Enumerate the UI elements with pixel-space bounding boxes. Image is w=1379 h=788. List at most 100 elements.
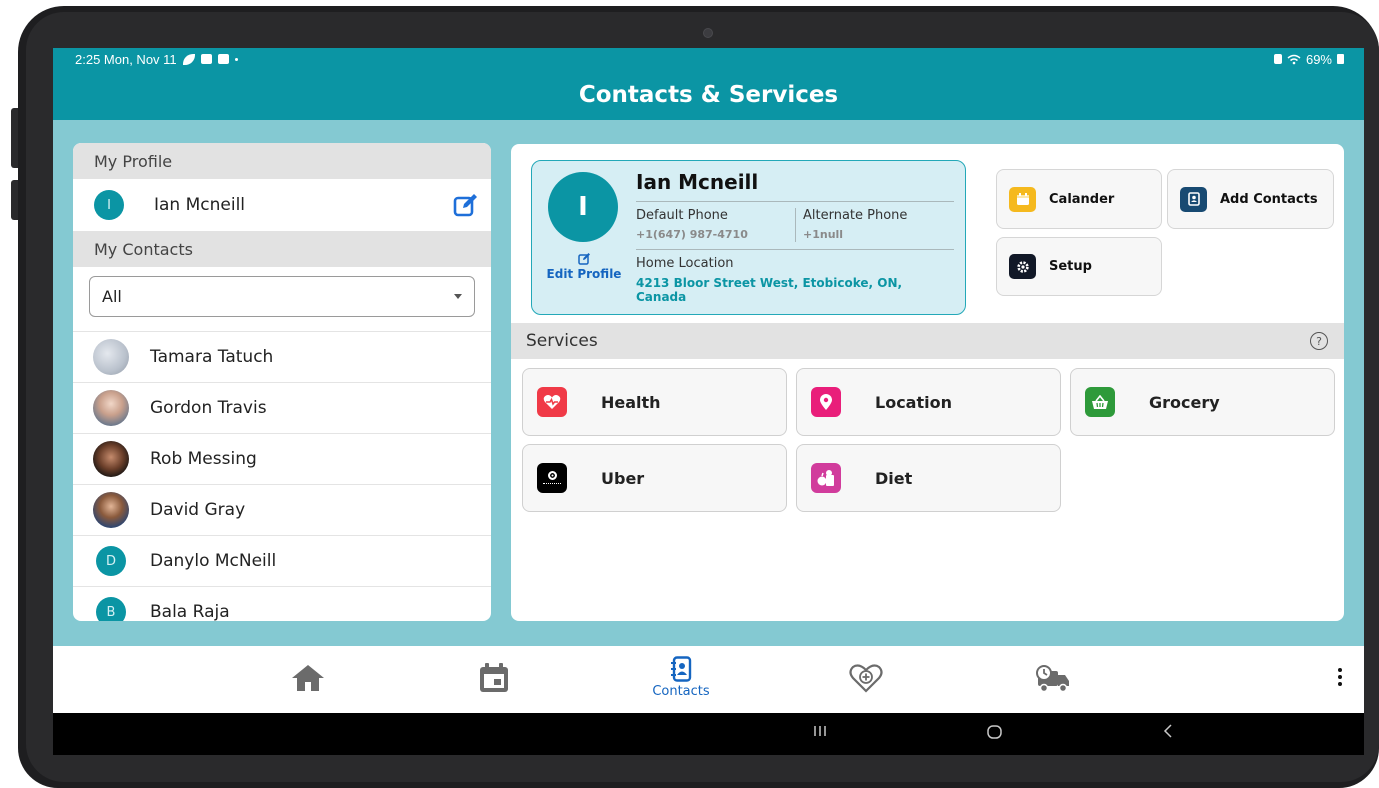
nav-contacts-label: Contacts (652, 684, 710, 699)
image-notification-icon (200, 54, 212, 64)
contact-item[interactable]: Gordon Travis (73, 383, 491, 434)
calendar-label: Calander (1049, 191, 1115, 207)
service-location-button[interactable]: Location (796, 368, 1061, 436)
calendar-icon (1009, 186, 1036, 212)
setup-button[interactable]: Setup (996, 237, 1162, 296)
default-phone-label: Default Phone (636, 208, 728, 223)
nav-calendar[interactable] (464, 663, 524, 693)
leaf-notification-icon (182, 53, 195, 65)
contact-name: Rob Messing (150, 449, 257, 469)
service-label: Uber (601, 468, 645, 488)
my-profile-row[interactable]: I Ian Mcneill (73, 179, 491, 231)
nav-delivery[interactable] (1023, 663, 1083, 693)
calendar-icon (480, 663, 508, 692)
home-location-label: Home Location (636, 256, 734, 271)
contacts-panel: My Profile I Ian Mcneill My Contacts All… (73, 143, 491, 621)
contact-list: Tamara Tatuch Gordon Travis Rob Messing … (73, 331, 491, 621)
contact-name: Danylo McNeill (150, 551, 277, 571)
profile-card: I Edit Profile Ian Mcneill Default Phone… (531, 160, 966, 315)
profile-card-avatar: I (548, 172, 618, 242)
contact-item[interactable]: D Danylo McNeill (73, 536, 491, 587)
nav-health[interactable] (836, 663, 896, 693)
power-button (11, 180, 18, 220)
divider (795, 208, 796, 242)
edit-profile-icon[interactable] (453, 192, 479, 218)
home-button[interactable] (986, 723, 1004, 745)
contacts-icon (671, 656, 692, 682)
calendar-button[interactable]: Calander (996, 169, 1162, 229)
setup-label: Setup (1049, 259, 1092, 274)
back-icon (1163, 724, 1172, 738)
service-diet-button[interactable]: Diet (796, 444, 1061, 512)
back-button[interactable] (1161, 723, 1177, 743)
services-panel: I Edit Profile Ian Mcneill Default Phone… (511, 144, 1344, 621)
profile-name: Ian Mcneill (154, 195, 246, 215)
message-notification-icon (217, 54, 229, 64)
battery-percent: 69% (1305, 51, 1332, 67)
bottom-nav: Contacts (53, 646, 1364, 713)
service-grocery-button[interactable]: Grocery (1070, 368, 1335, 436)
alternate-phone-label: Alternate Phone (803, 208, 908, 223)
service-label: Location (875, 392, 952, 412)
recent-apps-icon (814, 726, 826, 736)
more-notifications-icon (234, 57, 238, 61)
edit-profile-button[interactable]: Edit Profile (542, 252, 626, 281)
divider (636, 249, 954, 250)
alternate-phone-value: +1null (803, 228, 844, 241)
recent-apps-button[interactable] (812, 723, 828, 743)
screen: 2:25 Mon, Nov 11 69% Contacts & Services… (53, 48, 1364, 755)
system-nav-bar (53, 713, 1364, 755)
contact-name: Bala Raja (150, 602, 230, 621)
basket-icon (1085, 387, 1115, 417)
app-bar: Contacts & Services (53, 70, 1364, 120)
home-circle-icon (987, 725, 1002, 739)
delivery-truck-icon (1036, 665, 1069, 693)
contacts-filter-select[interactable]: All (89, 276, 475, 317)
help-icon[interactable]: ? (1310, 332, 1328, 350)
my-profile-heading: My Profile (73, 143, 491, 179)
contact-item[interactable]: Tamara Tatuch (73, 332, 491, 383)
uber-logo-icon (537, 463, 567, 493)
edit-profile-label: Edit Profile (546, 267, 622, 281)
contact-photo (93, 339, 129, 375)
diet-icon (811, 463, 841, 493)
status-bar: 2:25 Mon, Nov 11 69% (53, 48, 1364, 70)
add-contacts-button[interactable]: Add Contacts (1167, 169, 1334, 229)
contact-name: David Gray (150, 500, 246, 520)
service-uber-button[interactable]: Uber (522, 444, 787, 512)
service-health-button[interactable]: Health (522, 368, 787, 436)
nav-contacts[interactable]: Contacts (651, 656, 711, 699)
profile-card-name: Ian Mcneill (636, 170, 759, 194)
contact-item[interactable]: David Gray (73, 485, 491, 536)
contact-name: Tamara Tatuch (150, 347, 274, 367)
contact-item[interactable]: Rob Messing (73, 434, 491, 485)
contact-name: Gordon Travis (150, 398, 267, 418)
contact-photo (93, 492, 129, 528)
address-book-icon (1180, 186, 1207, 212)
nav-home[interactable] (278, 663, 338, 693)
front-camera (703, 28, 713, 38)
status-time-date: 2:25 Mon, Nov 11 (75, 51, 177, 67)
filter-selected-value: All (102, 287, 122, 306)
wifi-icon (1287, 54, 1301, 64)
service-label: Health (601, 392, 661, 412)
add-contacts-label: Add Contacts (1220, 191, 1318, 207)
profile-avatar: I (94, 190, 124, 220)
default-phone-value: +1(647) 987-4710 (636, 228, 748, 241)
contact-item[interactable]: B Bala Raja (73, 587, 491, 621)
heart-pulse-icon (537, 387, 567, 417)
gear-icon (1009, 254, 1036, 279)
home-location-value: 4213 Bloor Street West, Etobicoke, ON, C… (636, 276, 903, 304)
service-label: Diet (875, 468, 913, 488)
my-contacts-heading: My Contacts (73, 231, 491, 267)
map-pin-icon (811, 387, 841, 417)
contact-avatar: D (96, 546, 126, 576)
contact-photo (93, 390, 129, 426)
services-heading: Services ? (511, 323, 1344, 359)
divider (636, 201, 954, 202)
more-options-icon[interactable] (1338, 668, 1342, 689)
battery-icon (1337, 54, 1344, 64)
home-icon (292, 665, 324, 691)
volume-button (11, 108, 18, 168)
health-plus-icon (849, 664, 883, 693)
